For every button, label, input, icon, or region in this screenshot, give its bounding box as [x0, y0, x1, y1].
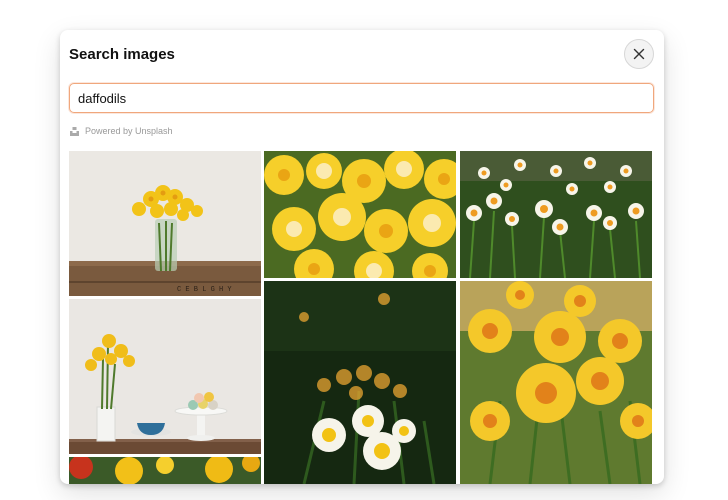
image-result[interactable]	[460, 151, 652, 278]
attribution: Powered by Unsplash	[70, 126, 173, 136]
image-result[interactable]	[69, 457, 261, 484]
unsplash-logo-icon	[70, 126, 79, 136]
image-result[interactable]	[264, 151, 456, 278]
image-result[interactable]	[69, 299, 261, 454]
dialog-title: Search images	[69, 46, 175, 63]
search-input[interactable]	[70, 84, 653, 112]
close-button[interactable]	[624, 39, 654, 69]
attribution-text: Powered by Unsplash	[85, 126, 173, 136]
svg-text:C E B L G H Y: C E B L G H Y	[177, 286, 232, 294]
image-result[interactable]	[264, 281, 456, 484]
close-icon	[633, 48, 645, 60]
search-field[interactable]	[69, 83, 654, 113]
image-result[interactable]: C E B L G H Y	[69, 151, 261, 296]
image-result[interactable]	[460, 281, 652, 484]
search-images-dialog: Search images Powered by Unsplash	[60, 30, 664, 484]
image-results-grid: C E B L G H Y	[69, 151, 652, 484]
